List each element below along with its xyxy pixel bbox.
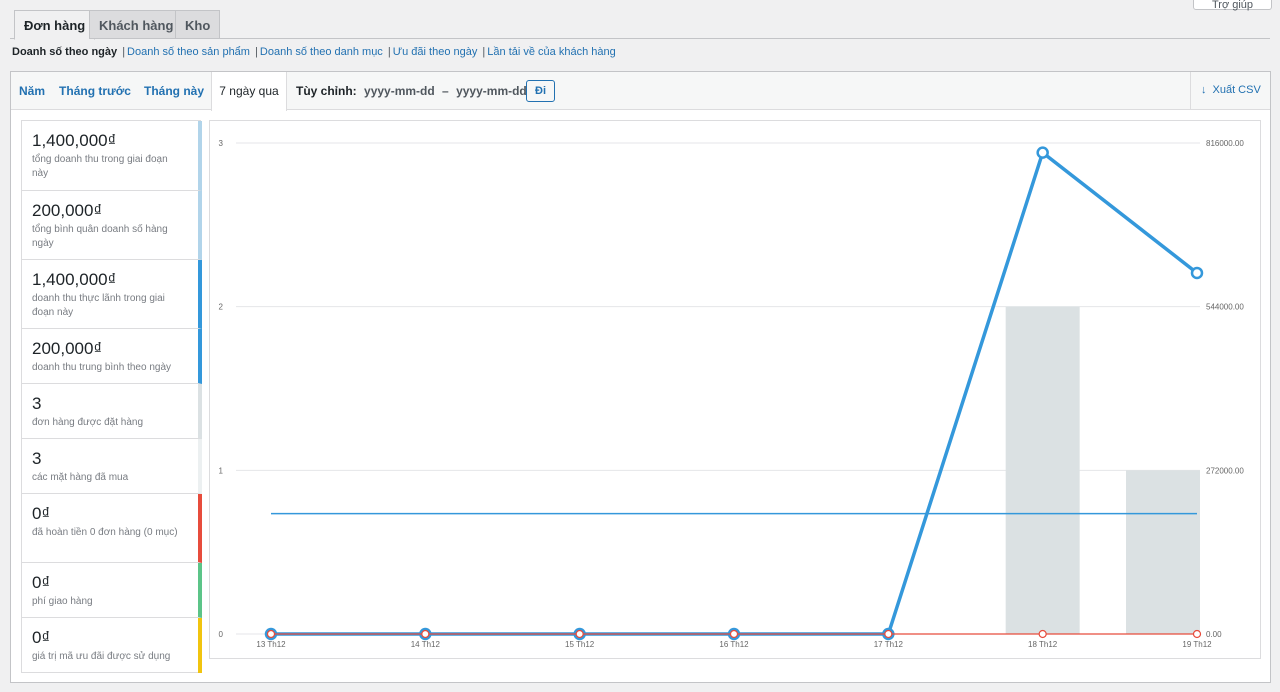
- chart-point: [575, 629, 584, 639]
- legend-item[interactable]: 3 các mặt hàng đã mua: [22, 439, 202, 494]
- chart-legend: 1,400,000₫ tổng doanh thu trong giai đoạ…: [21, 120, 202, 673]
- x-tick-label: 17 Th12: [874, 640, 904, 649]
- date-dash: –: [442, 84, 449, 98]
- legend-item[interactable]: 1,400,000₫ doanh thu thực lãnh trong gia…: [22, 260, 202, 329]
- chart-point: [266, 629, 276, 639]
- subnav-separator: |: [482, 46, 486, 58]
- legend-label: các mặt hàng đã mua: [32, 472, 129, 483]
- report-panel: Năm Tháng trước Tháng này 7 ngày qua Tùy…: [10, 71, 1271, 683]
- report-tabs: Đơn hàng Khách hàng Kho: [10, 10, 1270, 40]
- y-right-tick-label: 544000.00: [1206, 303, 1244, 312]
- range-this-month[interactable]: Tháng này: [137, 72, 211, 110]
- x-tick-label: 14 Th12: [411, 640, 441, 649]
- subnav-sales-by-category[interactable]: Doanh số theo danh mục: [260, 46, 383, 58]
- x-tick-label: 15 Th12: [565, 640, 595, 649]
- range-bar: Năm Tháng trước Tháng này 7 ngày qua Tùy…: [11, 72, 1270, 111]
- subnav-coupons-by-date[interactable]: Ưu đãi theo ngày: [393, 46, 478, 58]
- legend-amount: 1,400,000₫: [32, 131, 117, 150]
- legend-amount: 1,400,000₫: [32, 270, 117, 289]
- legend-item[interactable]: 200,000₫ doanh thu trung bình theo ngày: [22, 329, 202, 384]
- legend-label: doanh thu trung bình theo ngày: [32, 362, 172, 373]
- subnav-current: Doanh số theo ngày: [12, 46, 118, 58]
- chart-point: [421, 629, 430, 639]
- chart-point: [729, 629, 739, 639]
- legend-item[interactable]: 200,000₫ tổng bình quân doanh số hàng ng…: [22, 191, 202, 260]
- tab-customers[interactable]: Khách hàng: [89, 10, 184, 39]
- x-tick-label: 19 Th12: [1182, 640, 1212, 649]
- subnav-separator: |: [122, 46, 126, 58]
- legend-label: phí giao hàng: [32, 596, 93, 607]
- legend-item[interactable]: 0₫ đã hoàn tiền 0 đơn hàng (0 mục): [22, 494, 202, 563]
- legend-amount: 3: [32, 449, 42, 468]
- chart-point: [1036, 146, 1049, 159]
- subnav-sales-by-product[interactable]: Doanh số theo sản phẩm: [127, 46, 250, 58]
- legend-item[interactable]: 3 đơn hàng được đặt hàng: [22, 384, 202, 439]
- report-subnav: Doanh số theo ngày | Doanh số theo sản ph…: [12, 46, 616, 58]
- legend-amount: 3: [32, 394, 42, 413]
- legend-amount: 0₫: [32, 573, 51, 592]
- export-csv-label: Xuất CSV: [1212, 84, 1261, 96]
- chart-bar: [1126, 470, 1200, 634]
- custom-range-label: Tùy chỉnh:: [296, 84, 357, 98]
- legend-label: doanh thu thực lãnh trong giai đoạn này: [32, 293, 165, 318]
- range-last-month[interactable]: Tháng trước: [53, 72, 137, 110]
- export-csv-button[interactable]: ↓ Xuất CSV: [1190, 72, 1270, 110]
- legend-item[interactable]: 1,400,000₫ tổng doanh thu trong giai đoạ…: [22, 121, 202, 191]
- subnav-customer-downloads[interactable]: Lần tải về của khách hàng: [487, 46, 615, 58]
- go-button[interactable]: Đi: [526, 80, 555, 102]
- chart-bar: [1005, 306, 1080, 634]
- range-year[interactable]: Năm: [11, 72, 53, 110]
- tab-stock[interactable]: Kho: [175, 10, 221, 39]
- tab-orders[interactable]: Đơn hàng: [14, 10, 96, 40]
- x-tick-label: 18 Th12: [1028, 640, 1058, 649]
- legend-label: tổng bình quân doanh số hàng ngày: [32, 224, 168, 249]
- y-right-tick-label: 272000.00: [1206, 466, 1244, 475]
- help-button[interactable]: Trợ giúp: [1193, 0, 1272, 11]
- subnav-separator: |: [255, 46, 258, 58]
- legend-label: giá trị mã ưu đãi được sử dụng: [32, 651, 171, 662]
- y-left-tick-label: 3: [219, 139, 224, 148]
- legend-amount: 200,000₫: [32, 201, 103, 220]
- y-left-tick-label: 0: [219, 630, 224, 639]
- date-from-input[interactable]: yyyy-mm-dd: [364, 84, 435, 98]
- legend-label: tổng doanh thu trong giai đoạn này: [32, 154, 168, 179]
- sales-chart: 0 0.00 1 272000.00 2 544000.00 3 816000.00 13 Th…: [209, 120, 1261, 659]
- chart-point: [1192, 629, 1202, 639]
- y-right-tick-label: 0.00: [1206, 630, 1222, 639]
- chart-point: [1190, 266, 1204, 280]
- x-tick-label: 13 Th12: [256, 640, 286, 649]
- legend-label: đơn hàng được đặt hàng: [32, 417, 144, 428]
- x-tick-label: 16 Th12: [719, 640, 749, 649]
- chart-point: [884, 629, 893, 639]
- legend-item[interactable]: 0₫ phí giao hàng: [22, 563, 202, 618]
- y-left-tick-label: 1: [219, 466, 224, 475]
- y-left-tick-label: 2: [219, 303, 224, 312]
- date-to-input[interactable]: yyyy-mm-dd: [456, 84, 527, 98]
- y-right-tick-label: 816000.00: [1206, 139, 1244, 148]
- chart-point: [1038, 629, 1047, 639]
- chart-svg: 0 0.00 1 272000.00 2 544000.00 3 816000.00 13 Th…: [219, 139, 1245, 649]
- legend-label: đã hoàn tiền 0 đơn hàng (0 mục): [32, 527, 178, 538]
- download-arrow-icon: ↓: [1201, 84, 1207, 96]
- legend-amount: 0₫: [32, 628, 51, 647]
- legend-amount: 200,000₫: [32, 339, 103, 358]
- range-last-7-days[interactable]: 7 ngày qua: [211, 72, 287, 111]
- subnav-separator: |: [387, 46, 391, 58]
- legend-item[interactable]: 0₫ giá trị mã ưu đãi được sử dụng: [22, 618, 202, 673]
- custom-range: Tùy chỉnh: yyyy-mm-dd – yyyy-mm-dd: [296, 84, 527, 98]
- legend-amount: 0₫: [32, 504, 51, 523]
